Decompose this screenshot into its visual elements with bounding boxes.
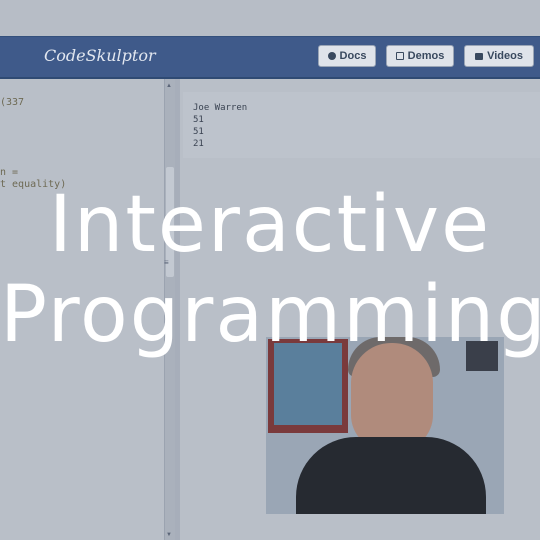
navbar: CodeSkulptor Docs Demos Videos <box>0 36 540 79</box>
docs-button[interactable]: Docs <box>318 45 376 67</box>
demos-button[interactable]: Demos <box>386 45 454 67</box>
output-line: 21 <box>193 139 204 149</box>
scroll-down-icon[interactable]: ▼ <box>166 532 172 538</box>
output-console: Joe Warren 51 51 21 <box>183 92 540 158</box>
docs-button-label: Docs <box>339 50 367 62</box>
output-line: Joe Warren <box>193 103 248 113</box>
videos-button[interactable]: Videos <box>464 45 534 67</box>
brand-logo[interactable]: CodeSkulptor <box>44 46 156 65</box>
instructor-video <box>266 337 504 514</box>
output-line: 51 <box>193 127 204 137</box>
videos-button-label: Videos <box>487 50 523 62</box>
code-line: (337 <box>0 97 25 108</box>
browser-top-bar <box>0 0 540 36</box>
overlay-title-line-1: Interactive <box>48 180 492 270</box>
info-icon <box>327 52 336 60</box>
demos-icon <box>395 52 404 60</box>
demos-button-label: Demos <box>407 50 445 62</box>
presenter-body <box>296 437 486 514</box>
video-icon <box>475 52 484 60</box>
overlay-title-line-2: Programming <box>0 270 540 360</box>
scroll-up-icon[interactable]: ▲ <box>166 83 172 89</box>
code-line: n = <box>0 167 19 178</box>
output-line: 51 <box>193 115 204 125</box>
